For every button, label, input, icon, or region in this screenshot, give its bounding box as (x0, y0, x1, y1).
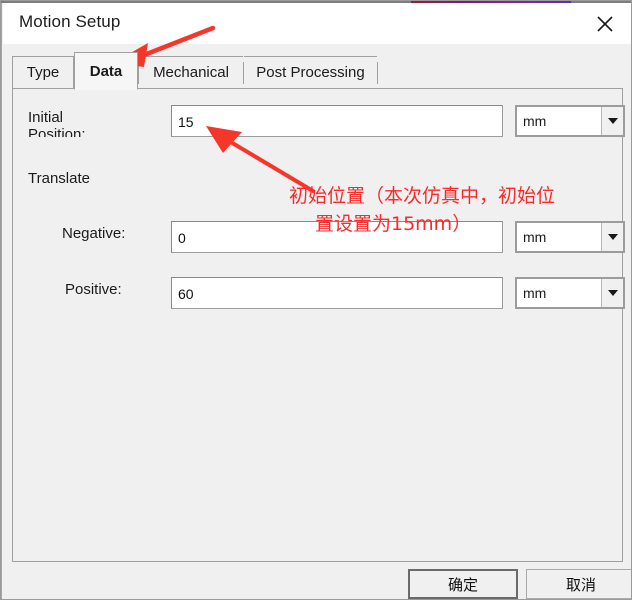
positive-unit-value: mm (523, 285, 547, 301)
dialog-button-bar: https://blog.csdn.net/weixin_45000360 确定… (2, 563, 631, 599)
positive-unit-dropdown[interactable]: mm (515, 277, 625, 309)
tab-mechanical[interactable]: Mechanical (139, 56, 243, 88)
initial-position-label-line2: Position: (28, 126, 86, 137)
initial-position-label-line1: Initial (28, 109, 64, 126)
initial-position-unit-dropdown[interactable]: mm (515, 105, 625, 137)
initial-position-unit-value: mm (523, 113, 547, 129)
positive-input[interactable] (171, 277, 503, 309)
title-bar: Motion Setup (3, 3, 631, 44)
tab-strip: Type Data Mechanical Post Processing (12, 52, 624, 90)
close-icon[interactable] (583, 5, 627, 43)
initial-position-label: Initial Position: (28, 109, 148, 137)
annotation-text-line2: 置设置为15mm） (315, 213, 472, 235)
cancel-button[interactable]: 取消 (526, 569, 631, 599)
tab-separator-3 (377, 62, 378, 84)
ok-button[interactable]: 确定 (408, 569, 518, 599)
chevron-down-icon (601, 279, 623, 307)
close-icon-glyph (597, 16, 613, 32)
data-tab-panel: Initial Position: mm Translate Negative:… (12, 88, 625, 562)
negative-label: Negative: (62, 225, 126, 242)
initial-position-input[interactable] (171, 105, 503, 137)
annotation-text-line1: 初始位置（本次仿真中，初始位 (289, 185, 556, 207)
screenshot-root: Motion Setup Type Data Mechanical Post P… (0, 0, 632, 600)
tab-data[interactable]: Data (74, 52, 138, 90)
negative-unit-value: mm (523, 229, 547, 245)
positive-label: Positive: (65, 281, 122, 298)
translate-group-label: Translate (28, 170, 90, 187)
negative-unit-dropdown[interactable]: mm (515, 221, 625, 253)
tab-post-processing[interactable]: Post Processing (244, 56, 377, 88)
chevron-down-icon (601, 107, 623, 135)
tab-type[interactable]: Type (12, 56, 74, 88)
page-title: Motion Setup (19, 12, 121, 31)
motion-setup-dialog: Motion Setup Type Data Mechanical Post P… (1, 3, 631, 599)
chevron-down-icon (601, 223, 623, 251)
